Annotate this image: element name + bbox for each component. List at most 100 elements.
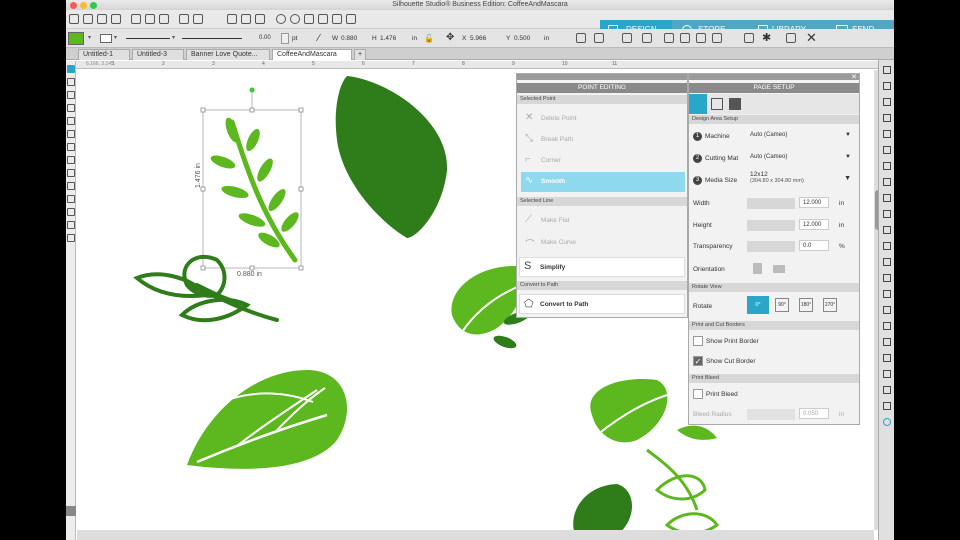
save-icon[interactable] [97, 14, 107, 24]
align-icon[interactable] [576, 33, 586, 43]
layers-icon[interactable] [66, 506, 76, 516]
width-field[interactable]: 0.880 [341, 35, 357, 42]
show-print-border-checkbox[interactable] [693, 336, 703, 346]
transparency-input[interactable]: 0.0 [799, 240, 829, 251]
pan-icon[interactable] [318, 14, 328, 24]
line-width-slider[interactable] [182, 38, 242, 39]
line-color-swatch[interactable] [100, 34, 112, 43]
curve-icon[interactable] [67, 156, 75, 164]
rounded-rect-icon[interactable] [67, 195, 75, 203]
nest-icon[interactable] [883, 290, 891, 298]
convert-to-path-button[interactable]: ⬠ Convert to Path [519, 294, 685, 314]
rotate-180-button[interactable]: 180° [799, 298, 813, 312]
send-to-icon[interactable] [883, 82, 891, 90]
ellipse-icon[interactable] [67, 130, 75, 138]
add-point-icon[interactable] [594, 33, 604, 43]
pencil-icon[interactable] [67, 169, 75, 177]
replicate-icon[interactable] [883, 194, 891, 202]
portrait-icon[interactable] [753, 263, 762, 274]
duplicate-icon[interactable] [642, 33, 652, 43]
select-all-icon[interactable] [255, 14, 265, 24]
sketch-icon[interactable] [883, 322, 891, 330]
rotate-270-button[interactable]: 270° [823, 298, 837, 312]
width-input[interactable]: 12.000 [799, 197, 829, 208]
smooth-button[interactable]: ∿ Smooth [521, 172, 685, 192]
copy-icon[interactable] [145, 14, 155, 24]
make-flat-button[interactable]: ⟋ Make Flat [523, 214, 685, 232]
machine-select[interactable]: Auto (Cameo) ▼ [747, 130, 853, 141]
polygon-icon[interactable] [67, 143, 75, 151]
trace-icon[interactable] [883, 242, 891, 250]
line-width-field[interactable]: 0.00 [256, 33, 280, 44]
print-icon[interactable] [111, 14, 121, 24]
line-width-stepper[interactable] [281, 33, 289, 44]
pan-tool-icon[interactable] [67, 91, 75, 99]
redo-icon[interactable] [193, 14, 203, 24]
page-setup-close-icon[interactable]: ✕ [851, 73, 857, 81]
height-slider[interactable] [747, 220, 795, 231]
close-toolbar-icon[interactable]: ✕ [806, 30, 817, 46]
group-icon[interactable] [227, 14, 237, 24]
star-shape-icon[interactable]: ✱ [762, 31, 771, 44]
knife-icon[interactable] [67, 221, 75, 229]
cutting-mat-select[interactable]: Auto (Cameo) ▼ [747, 152, 853, 163]
arrange-front-icon[interactable] [664, 33, 674, 43]
delete-point-button[interactable]: ✕ Delete Point [523, 112, 685, 130]
3d-box-icon[interactable] [786, 33, 796, 43]
align-panel-icon[interactable] [883, 274, 891, 282]
make-curve-button[interactable]: ⌒ Make Curve [523, 236, 685, 254]
pattern-icon[interactable] [883, 162, 891, 170]
offset-icon[interactable] [883, 226, 891, 234]
media-size-select[interactable]: 12x12 (304.80 x 304.80 mm) ▼ [747, 171, 853, 189]
large-light-leaf[interactable] [187, 370, 347, 469]
paste-icon[interactable] [159, 14, 169, 24]
open-file-icon[interactable] [83, 14, 93, 24]
settings-icon[interactable] [883, 418, 891, 426]
rotate-handle[interactable] [249, 87, 255, 93]
gradient-icon[interactable] [883, 146, 891, 154]
add-tab-button[interactable]: + [354, 49, 366, 60]
tab-banner-love[interactable]: Banner Love Quote... [186, 49, 270, 60]
undo-icon[interactable] [179, 14, 189, 24]
simplify-button[interactable]: S Simplify [519, 257, 685, 277]
modify-icon[interactable] [883, 258, 891, 266]
bring-forward-icon[interactable] [696, 33, 706, 43]
grid-tab-icon[interactable] [711, 98, 723, 110]
select-icon[interactable] [67, 65, 75, 73]
eraser-shape-icon[interactable] [744, 33, 754, 43]
new-file-icon[interactable] [69, 14, 79, 24]
bleed-radius-slider[interactable] [747, 409, 795, 420]
line-tool-icon[interactable]: ⁄ [318, 33, 320, 44]
zoom-selection-icon[interactable] [346, 14, 356, 24]
zoom-box-icon[interactable] [304, 14, 314, 24]
show-cut-border-checkbox[interactable]: ✓ [693, 356, 703, 366]
selected-fern-sprig[interactable] [209, 116, 301, 263]
fit-page-icon[interactable] [332, 14, 342, 24]
print-icon-side[interactable] [883, 370, 891, 378]
cut-icon[interactable] [131, 14, 141, 24]
text-icon[interactable] [67, 182, 75, 190]
print-bleed-checkbox[interactable] [693, 389, 703, 399]
zoom-out-icon[interactable] [290, 14, 300, 24]
stats-icon[interactable] [883, 402, 891, 410]
horizontal-scrollbar[interactable] [77, 530, 874, 540]
eyedropper-icon[interactable] [67, 234, 75, 242]
page-setup-icon[interactable] [883, 66, 891, 74]
tab-coffee-and-mascara[interactable]: CoffeeAndMascara [272, 49, 352, 60]
library-panel-icon[interactable] [883, 354, 891, 362]
corner-button[interactable]: ⌐ Corner [523, 154, 685, 172]
eraser-icon[interactable] [67, 208, 75, 216]
break-path-button[interactable]: ⤡ Break Path [523, 133, 685, 151]
height-field[interactable]: 1.476 [380, 35, 396, 42]
width-slider[interactable] [747, 198, 795, 209]
fill-dropdown-icon[interactable]: ▾ [88, 34, 91, 41]
tab-untitled-3[interactable]: Untitled-3 [132, 49, 184, 60]
y-field[interactable]: 0.500 [514, 35, 530, 42]
page-tab-icon[interactable] [689, 94, 707, 114]
text-style-icon[interactable] [883, 178, 891, 186]
line-style-selector[interactable] [126, 38, 170, 39]
line-color-dropdown-icon[interactable]: ▾ [114, 34, 117, 41]
arrange-back-icon[interactable] [680, 33, 690, 43]
line-icon[interactable] [67, 104, 75, 112]
minimize-window-button[interactable] [80, 2, 87, 9]
